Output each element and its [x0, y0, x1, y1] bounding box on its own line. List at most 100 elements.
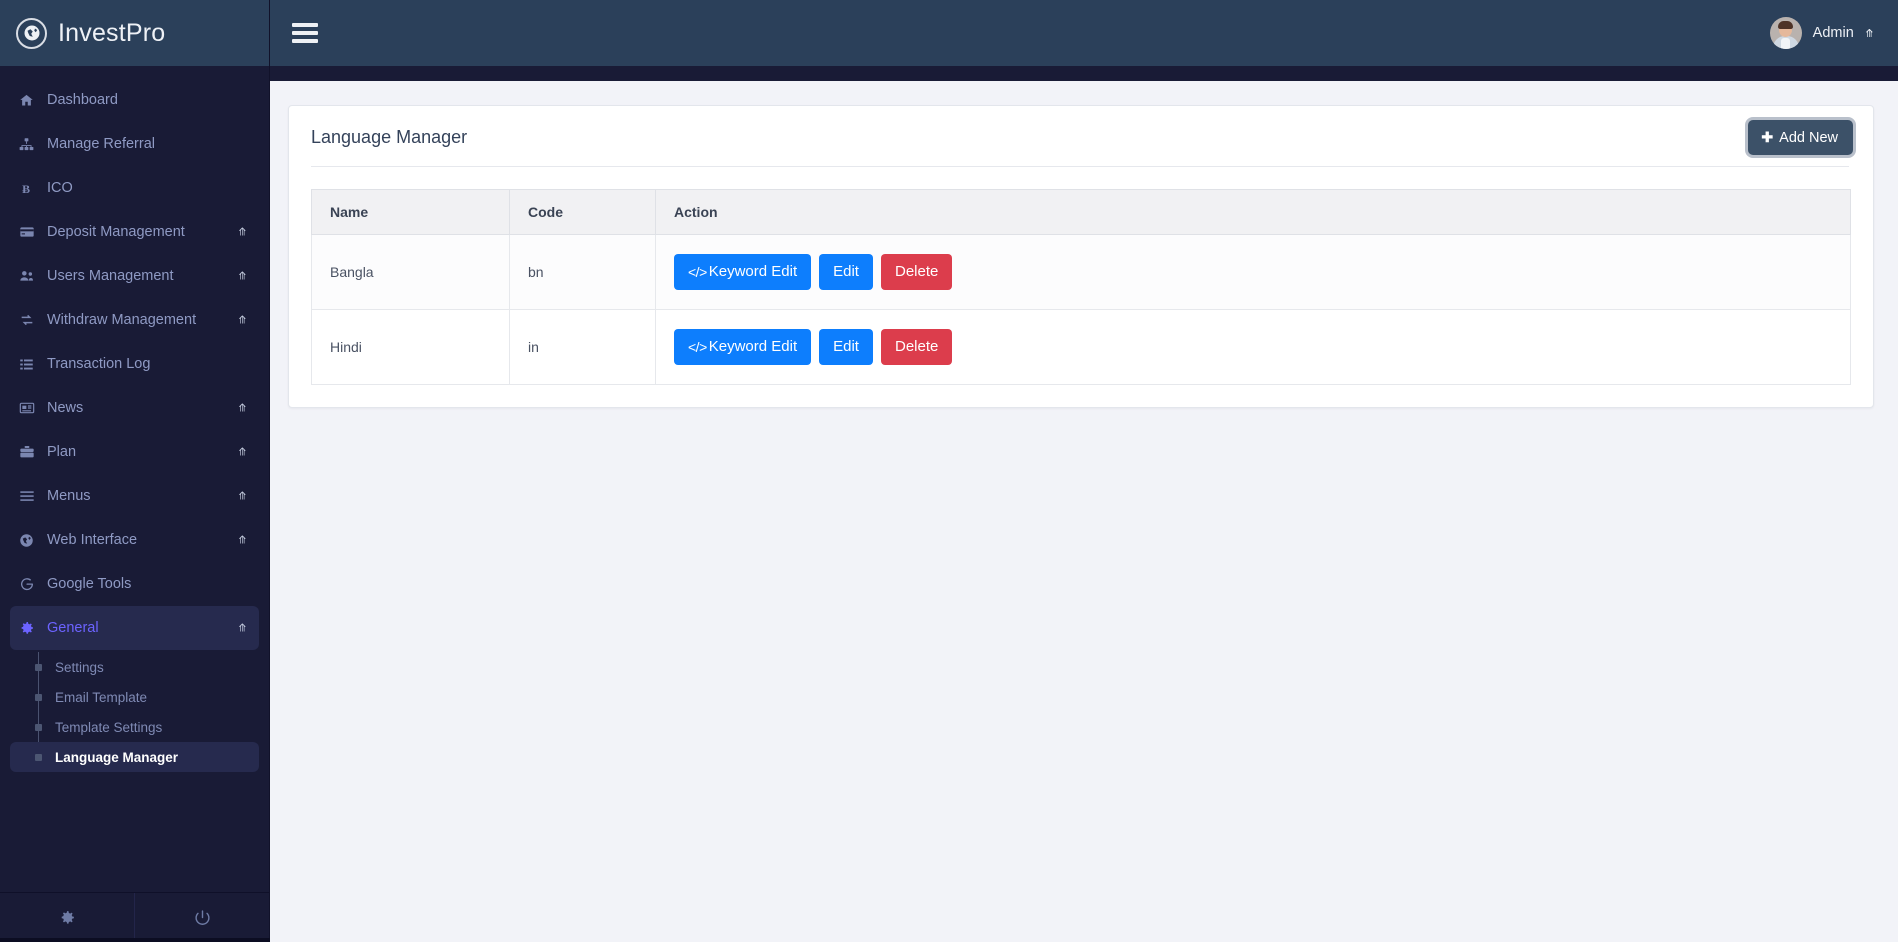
cell-code: bn [509, 234, 656, 310]
chevron-down-icon: ⤊ [237, 446, 247, 459]
avatar [1769, 17, 1802, 49]
sidebar-item-label: Transaction Log [47, 356, 151, 372]
keyword-edit-label: Keyword Edit [708, 263, 798, 280]
user-menu[interactable]: Admin ⤊ [1769, 17, 1874, 49]
users-icon [19, 268, 47, 284]
sidebar-item-label: Google Tools [47, 576, 132, 592]
sidebar-item-transaction-log[interactable]: Transaction Log [10, 342, 259, 386]
sidebar-item-label: Deposit Management [47, 224, 185, 240]
chevron-down-icon: ⤊ [237, 314, 247, 327]
sidebar-subitem-label: Settings [55, 659, 104, 675]
code-icon: </> [688, 338, 707, 355]
chevron-down-icon: ⤊ [237, 270, 247, 283]
keyword-edit-button[interactable]: </> Keyword Edit [674, 329, 812, 365]
code-icon: </> [688, 263, 707, 280]
keyword-edit-label: Keyword Edit [708, 338, 798, 355]
sidebar-item-menus[interactable]: Menus ⤊ [10, 474, 259, 518]
table-row: Hindi in </> Keyword Edit Edit Delete [311, 309, 1851, 385]
sidebar-item-label: News [47, 400, 84, 416]
chevron-down-icon: ⤊ [1864, 27, 1874, 40]
sidebar-item-news[interactable]: News ⤊ [10, 386, 259, 430]
settings-icon[interactable] [0, 893, 134, 942]
delete-button[interactable]: Delete [880, 329, 953, 365]
column-header-action: Action [655, 189, 1851, 235]
sidebar-item-users-management[interactable]: Users Management ⤊ [10, 254, 259, 298]
topbar: Admin ⤊ [270, 0, 1898, 66]
column-header-code: Code [509, 189, 656, 235]
hamburger-icon[interactable] [292, 23, 318, 43]
cell-code: in [509, 309, 656, 385]
add-new-button[interactable]: ✚ Add New [1748, 120, 1853, 155]
sidebar-subitem-label: Language Manager [55, 749, 179, 765]
sidebar-item-plan[interactable]: Plan ⤊ [10, 430, 259, 474]
sidebar-item-manage-referral[interactable]: Manage Referral [10, 122, 259, 166]
sidebar-item-label: General [47, 620, 99, 636]
languages-table: Name Code Action Bangla bn </> Keyword E… [311, 189, 1851, 385]
bullet-icon [35, 723, 42, 731]
language-manager-card: Language Manager ✚ Add New Name Code Act… [288, 105, 1874, 408]
sidebar-bottom-strip [0, 938, 270, 942]
chevron-down-icon: ⤊ [237, 534, 247, 547]
sidebar-subitem-template-settings[interactable]: Template Settings [10, 712, 259, 742]
topbar-underline [270, 66, 1898, 81]
brand-name: InvestPro [58, 18, 166, 47]
sidebar-subitem-language-manager[interactable]: Language Manager [10, 742, 259, 772]
chevron-down-icon: ⤊ [237, 490, 247, 503]
sidebar-subitem-label: Template Settings [55, 719, 163, 735]
sidebar-item-label: Withdraw Management [47, 312, 197, 328]
keyword-edit-button[interactable]: </> Keyword Edit [674, 254, 812, 290]
gear-icon [19, 620, 47, 636]
chevron-down-icon: ⤊ [237, 622, 247, 635]
table-header-row: Name Code Action [311, 189, 1851, 235]
sidebar-footer [0, 892, 269, 942]
home-icon [19, 93, 47, 108]
row-actions: </> Keyword Edit Edit Delete [674, 324, 1850, 370]
globe-icon [19, 533, 47, 548]
sidebar-item-general[interactable]: General ⤊ [10, 606, 259, 650]
cell-name: Bangla [311, 234, 510, 310]
newspaper-icon [19, 400, 47, 416]
cell-action: </> Keyword Edit Edit Delete [655, 234, 1851, 310]
exchange-icon [19, 312, 47, 328]
add-new-label: Add New [1779, 129, 1838, 146]
chevron-down-icon: ⤊ [237, 226, 247, 239]
page-title: Language Manager [311, 127, 468, 147]
app-root: InvestPro Dashboard Manage Referral Ƀ IC… [0, 0, 1898, 942]
table-row: Bangla bn </> Keyword Edit Edit Delete [311, 234, 1851, 310]
logout-icon[interactable] [134, 893, 269, 942]
chevron-down-icon: ⤊ [237, 402, 247, 415]
sidebar-item-label: Menus [47, 488, 91, 504]
main-area: Admin ⤊ Language Manager ✚ Add New Name … [270, 0, 1898, 942]
cell-action: </> Keyword Edit Edit Delete [655, 309, 1851, 385]
sitemap-icon [19, 137, 47, 152]
list-icon [19, 357, 47, 372]
credit-card-icon [19, 224, 47, 240]
sidebar-subitem-email-template[interactable]: Email Template [10, 682, 259, 712]
plus-icon: ✚ [1761, 129, 1774, 145]
edit-button[interactable]: Edit [819, 329, 873, 365]
sidebar-item-label: Web Interface [47, 532, 138, 548]
sidebar-subitem-label: Email Template [55, 689, 148, 705]
sidebar-submenu-general: Settings Email Template Template Setting… [0, 652, 269, 776]
bitcoin-icon: Ƀ [19, 181, 47, 196]
brand[interactable]: InvestPro [0, 0, 269, 66]
sidebar-item-label: Plan [47, 444, 77, 460]
sidebar-item-web-interface[interactable]: Web Interface ⤊ [10, 518, 259, 562]
bars-icon [19, 488, 47, 504]
sidebar-subitem-settings[interactable]: Settings [10, 652, 259, 682]
bullet-icon [35, 663, 42, 671]
sidebar-item-withdraw-management[interactable]: Withdraw Management ⤊ [10, 298, 259, 342]
cell-name: Hindi [311, 309, 510, 385]
delete-button[interactable]: Delete [880, 254, 953, 290]
sidebar-item-deposit-management[interactable]: Deposit Management ⤊ [10, 210, 259, 254]
table-body: Bangla bn </> Keyword Edit Edit Delete H… [311, 234, 1851, 385]
sidebar-item-ico[interactable]: Ƀ ICO [10, 166, 259, 210]
bullet-icon [35, 753, 42, 761]
sidebar-item-label: Dashboard [47, 92, 118, 108]
sidebar-item-google-tools[interactable]: Google Tools [10, 562, 259, 606]
sidebar-item-label: ICO [47, 180, 73, 196]
sidebar-item-dashboard[interactable]: Dashboard [10, 78, 259, 122]
divider [311, 166, 1849, 167]
edit-button[interactable]: Edit [819, 254, 873, 290]
user-name: Admin [1812, 25, 1854, 41]
